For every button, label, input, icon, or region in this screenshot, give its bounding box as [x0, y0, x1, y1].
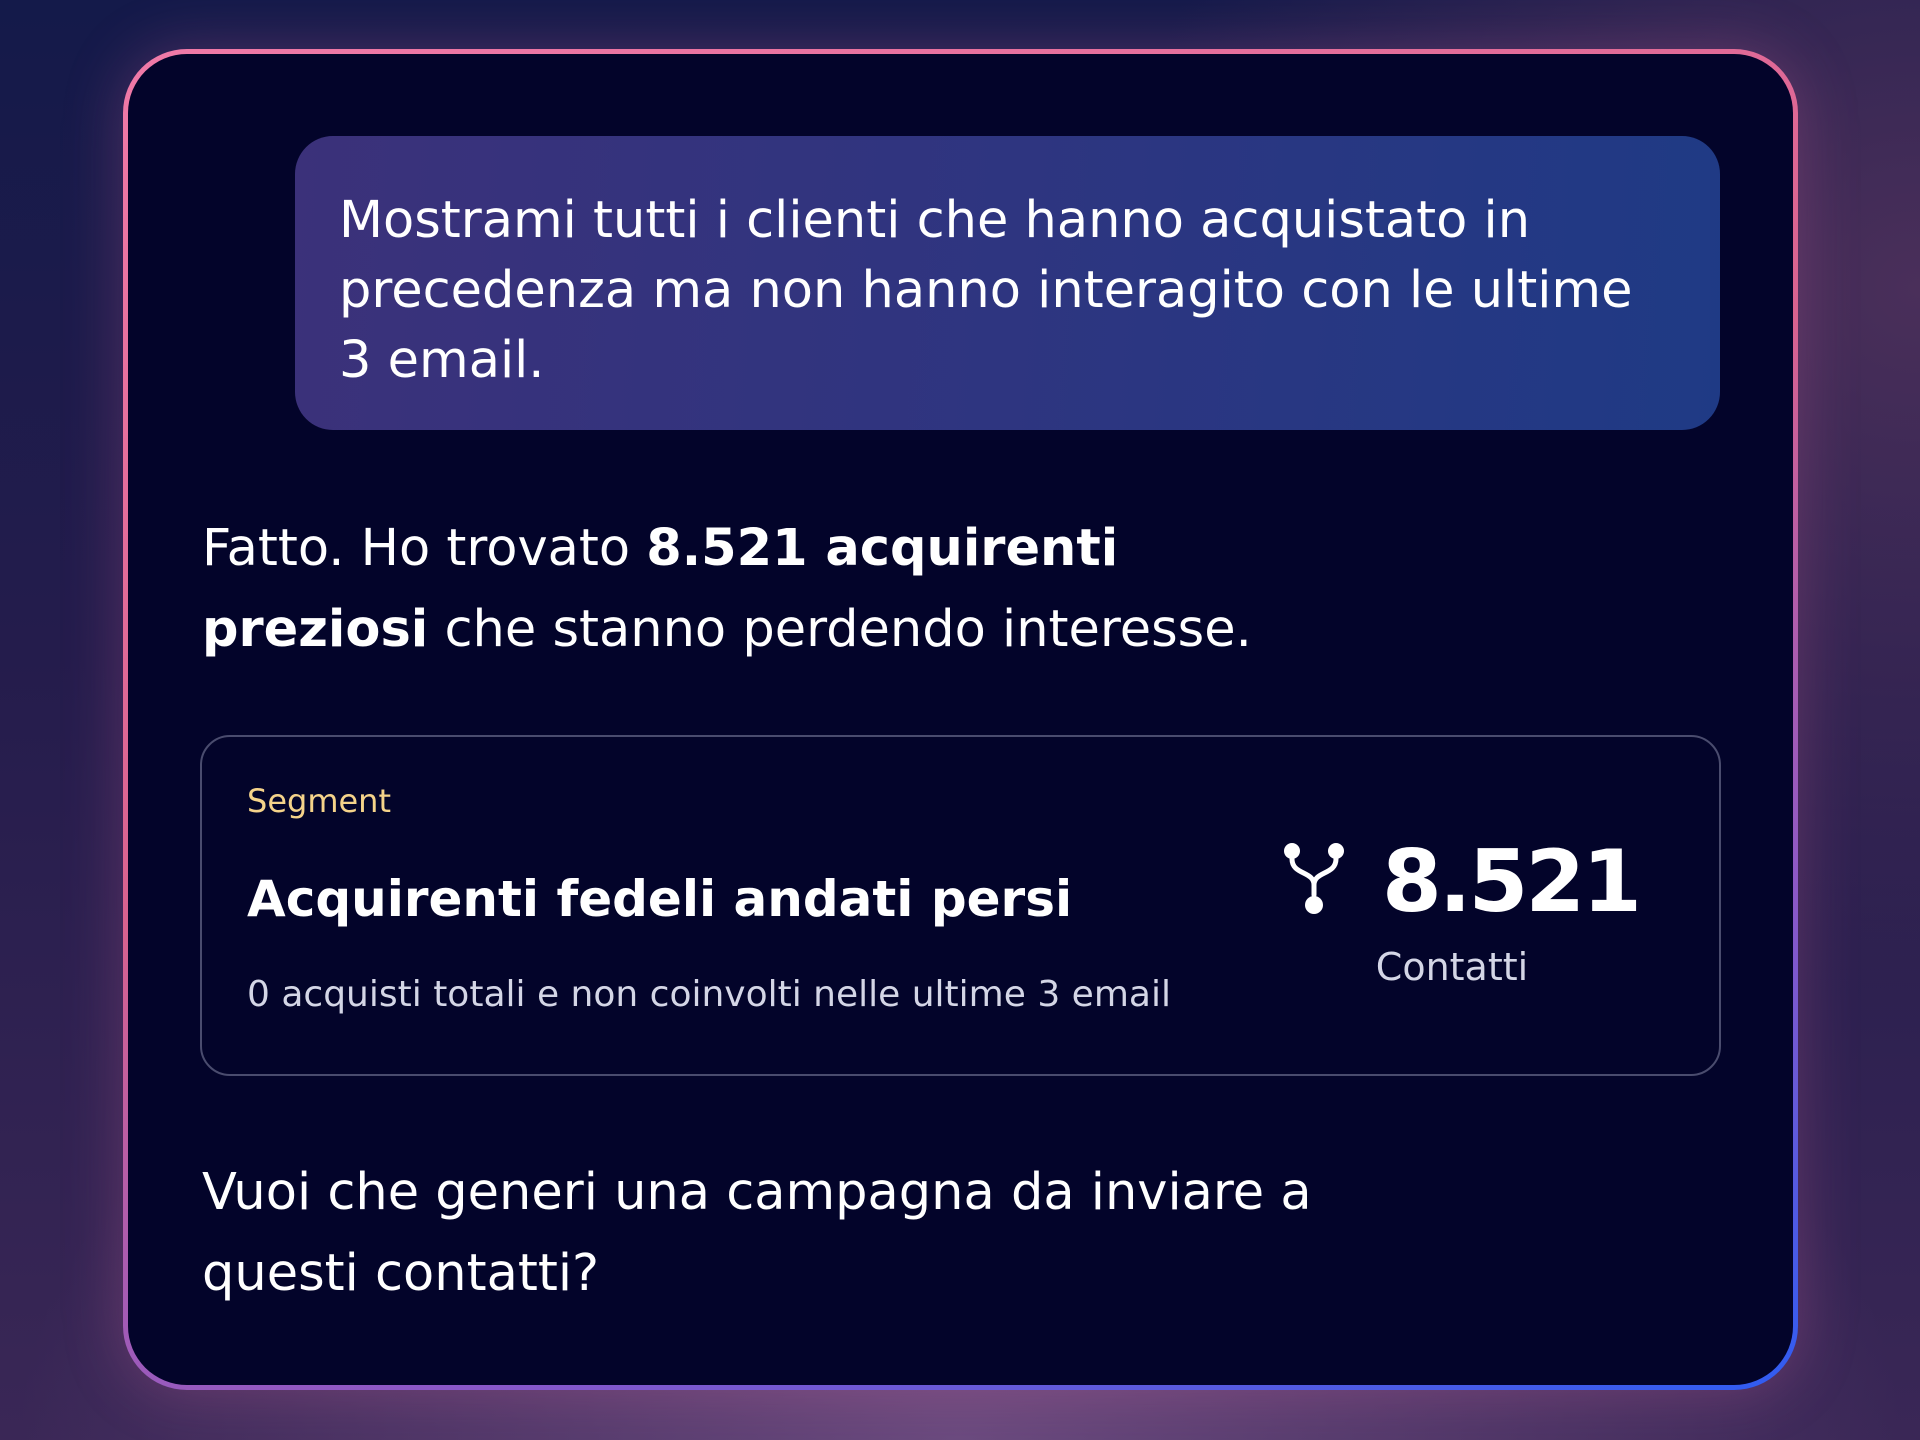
user-message-bubble: Mostrami tutti i clienti che hanno acqui… — [295, 136, 1720, 430]
segment-count-value: 8.521 — [1382, 832, 1642, 932]
assistant-question: Vuoi che generi una campagna da inviare … — [202, 1163, 1312, 1303]
segment-count: 8.521 — [1282, 827, 1642, 937]
reply-suffix: che stanno perdendo interesse. — [428, 600, 1252, 659]
segment-description: 0 acquisti totali e non coinvolti nelle … — [247, 974, 1171, 1015]
segment-count-label: Contatti — [1375, 945, 1529, 989]
user-message-text: Mostrami tutti i clienti che hanno acqui… — [339, 191, 1633, 390]
segment-kicker: Segment — [247, 782, 391, 820]
chat-frame: Mostrami tutti i clienti che hanno acqui… — [123, 49, 1798, 1390]
reply-prefix: Fatto. Ho trovato — [202, 519, 647, 578]
segment-card[interactable]: Segment Acquirenti fedeli andati persi 0… — [200, 735, 1721, 1076]
chat-panel: Mostrami tutti i clienti che hanno acqui… — [128, 54, 1793, 1385]
segment-title: Acquirenti fedeli andati persi — [247, 870, 1073, 928]
assistant-reply: Fatto. Ho trovato 8.521 acquirenti prezi… — [202, 508, 1352, 670]
segment-merge-icon — [1284, 843, 1344, 914]
